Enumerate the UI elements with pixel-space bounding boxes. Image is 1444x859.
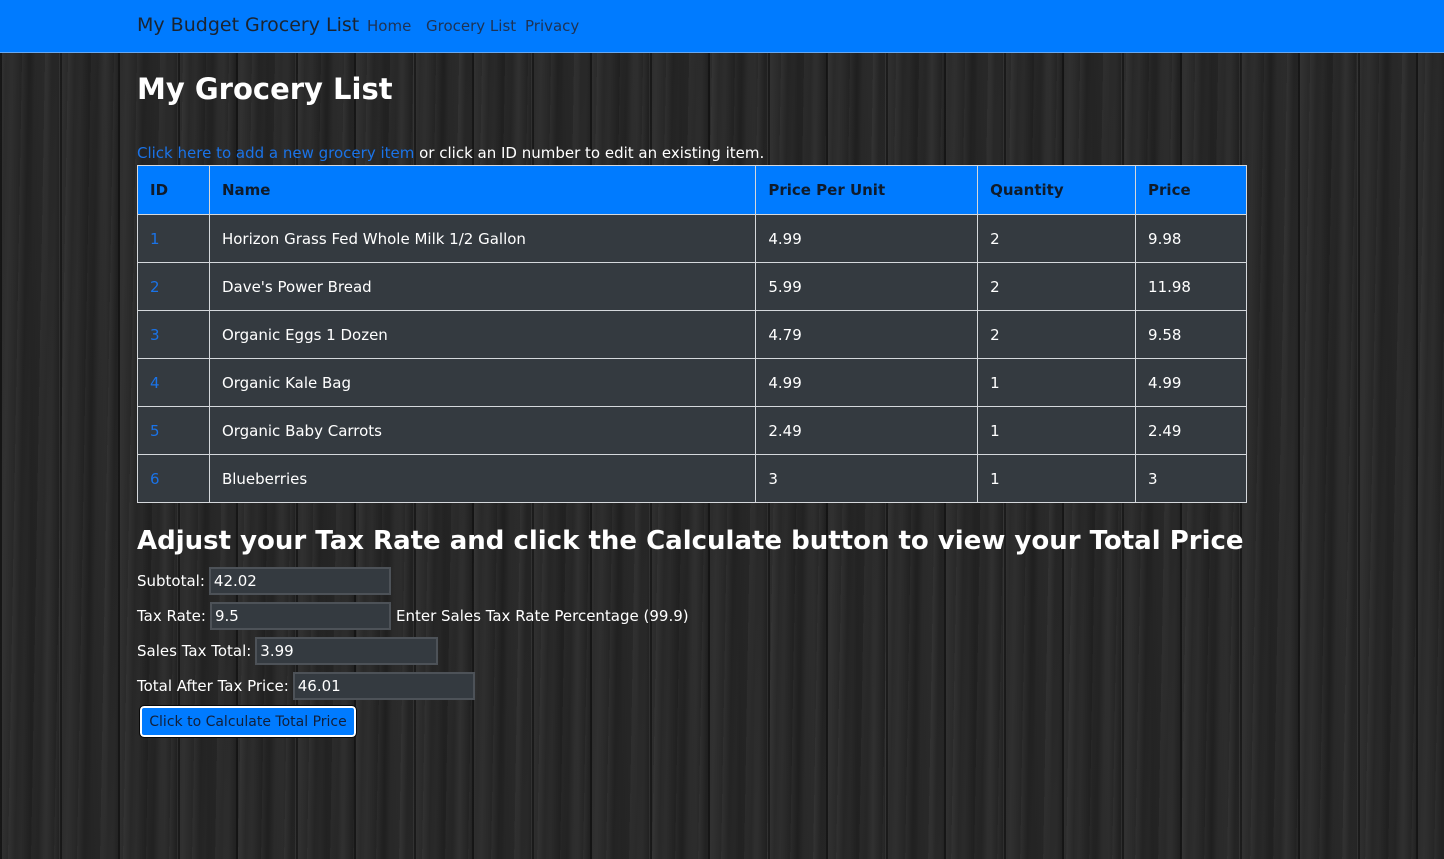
total-row: Total After Tax Price: (137, 672, 475, 700)
cell-name: Dave's Power Bread (208, 262, 757, 311)
navbar: My Budget Grocery List Home Grocery List… (0, 0, 1444, 53)
header-id: ID (137, 165, 210, 215)
nav-link-privacy[interactable]: Privacy (525, 17, 579, 35)
header-price-per-unit: Price Per Unit (755, 165, 979, 215)
subtotal-field[interactable] (208, 567, 391, 595)
cell-quantity: 1 (977, 406, 1137, 455)
cell-name: Organic Eggs 1 Dozen (208, 310, 757, 359)
cell-price: 3 (1135, 454, 1247, 503)
cell-price: 11.98 (1135, 262, 1247, 311)
tax-rate-field[interactable] (209, 602, 391, 630)
brand-link[interactable]: My Budget Grocery List (137, 14, 359, 36)
cell-name: Blueberries (208, 454, 757, 503)
header-name: Name (208, 165, 757, 215)
cell-id: 4 (137, 358, 210, 407)
cell-price-per-unit: 4.99 (755, 358, 979, 407)
item-id-link[interactable]: 1 (150, 230, 160, 248)
cell-id: 3 (137, 310, 210, 359)
intro-instructions: or click an ID number to edit an existin… (414, 144, 765, 162)
table-row: 6 Blueberries 3 1 3 (137, 454, 1247, 503)
cell-quantity: 2 (977, 262, 1137, 311)
sales-tax-field[interactable] (255, 637, 439, 665)
cell-price: 4.99 (1135, 358, 1247, 407)
cell-price: 9.58 (1135, 310, 1247, 359)
item-id-link[interactable]: 4 (150, 374, 160, 392)
table-header-row: ID Name Price Per Unit Quantity Price (137, 165, 1247, 215)
cell-id: 2 (137, 262, 210, 311)
tax-rate-label: Tax Rate: (137, 607, 206, 625)
total-label: Total After Tax Price: (137, 677, 289, 695)
item-id-link[interactable]: 2 (150, 278, 160, 296)
table-row: 1 Horizon Grass Fed Whole Milk 1/2 Gallo… (137, 214, 1247, 263)
cell-name: Organic Baby Carrots (208, 406, 757, 455)
cell-price: 2.49 (1135, 406, 1247, 455)
cell-id: 6 (137, 454, 210, 503)
table-row: 5 Organic Baby Carrots 2.49 1 2.49 (137, 406, 1247, 455)
nav-link-grocery-list[interactable]: Grocery List (426, 17, 516, 35)
total-field[interactable] (292, 672, 475, 700)
cell-price-per-unit: 3 (755, 454, 979, 503)
cell-quantity: 1 (977, 358, 1137, 407)
item-id-link[interactable]: 3 (150, 326, 160, 344)
cell-price-per-unit: 4.99 (755, 214, 979, 263)
cell-quantity: 1 (977, 454, 1137, 503)
table-row: 4 Organic Kale Bag 4.99 1 4.99 (137, 358, 1247, 407)
cell-price-per-unit: 4.79 (755, 310, 979, 359)
table-row: 3 Organic Eggs 1 Dozen 4.79 2 9.58 (137, 310, 1247, 359)
tax-section-heading: Adjust your Tax Rate and click the Calcu… (137, 526, 1244, 556)
cell-price-per-unit: 5.99 (755, 262, 979, 311)
cell-quantity: 2 (977, 310, 1137, 359)
tax-rate-hint: Enter Sales Tax Rate Percentage (99.9) (395, 607, 689, 625)
header-price: Price (1135, 165, 1247, 215)
sales-tax-row: Sales Tax Total: (137, 637, 439, 665)
cell-id: 1 (137, 214, 210, 263)
cell-price-per-unit: 2.49 (755, 406, 979, 455)
nav-link-home[interactable]: Home (367, 17, 411, 35)
cell-price: 9.98 (1135, 214, 1247, 263)
add-item-link[interactable]: Click here to add a new grocery item (137, 144, 414, 162)
grocery-table: ID Name Price Per Unit Quantity Price 1 … (137, 165, 1247, 503)
item-id-link[interactable]: 6 (150, 470, 160, 488)
cell-id: 5 (137, 406, 210, 455)
tax-rate-row: Tax Rate: Enter Sales Tax Rate Percentag… (137, 602, 689, 630)
cell-name: Organic Kale Bag (208, 358, 757, 407)
cell-name: Horizon Grass Fed Whole Milk 1/2 Gallon (208, 214, 757, 263)
item-id-link[interactable]: 5 (150, 422, 160, 440)
intro-text: Click here to add a new grocery item or … (137, 144, 764, 162)
sales-tax-label: Sales Tax Total: (137, 642, 252, 660)
subtotal-row: Subtotal: (137, 567, 391, 595)
page-title: My Grocery List (137, 72, 393, 106)
cell-quantity: 2 (977, 214, 1137, 263)
table-row: 2 Dave's Power Bread 5.99 2 11.98 (137, 262, 1247, 311)
calculate-button[interactable]: Click to Calculate Total Price (139, 705, 357, 738)
header-quantity: Quantity (977, 165, 1137, 215)
subtotal-label: Subtotal: (137, 572, 205, 590)
